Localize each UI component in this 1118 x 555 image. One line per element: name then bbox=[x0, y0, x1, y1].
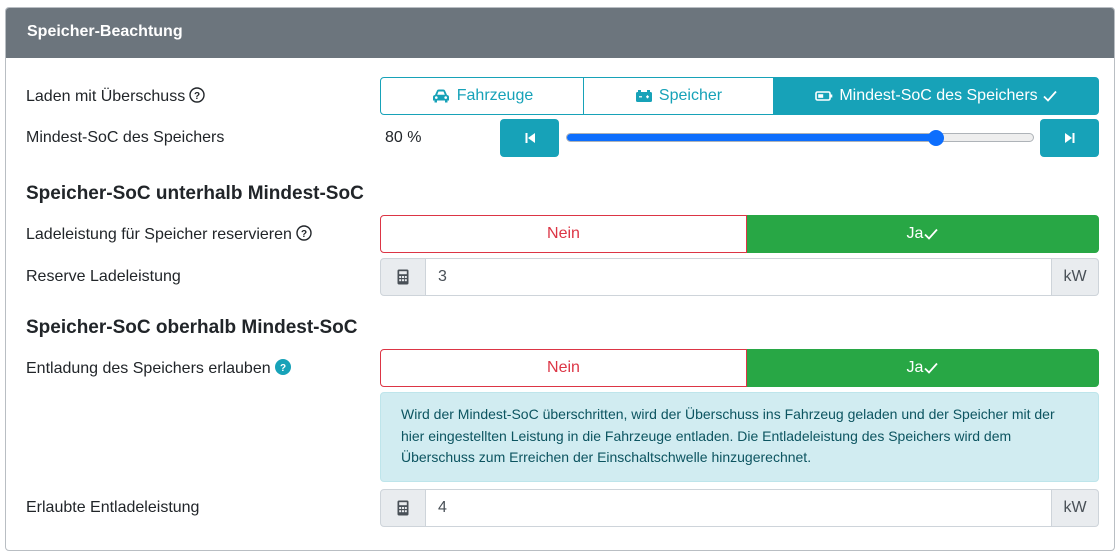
storage-settings-card: Speicher-Beachtung Laden mit Überschuss?… bbox=[5, 7, 1115, 551]
option-storage-label: Speicher bbox=[658, 87, 723, 104]
min-soc-row: Mindest-SoC des Speichers 80 % bbox=[26, 119, 1102, 157]
above-min-soc-heading: Speicher-SoC oberhalb Mindest-SoC bbox=[26, 317, 358, 338]
reserve-row: Ladeleistung für Speicher reservieren? N… bbox=[26, 215, 1102, 253]
surplus-button-group: Fahrzeuge Speicher Mindest-SoC des Speic… bbox=[380, 77, 1099, 115]
min-soc-slider-track[interactable] bbox=[566, 133, 1034, 142]
discharge-info-alert: Wird der Mindest-SoC überschritten, wird… bbox=[380, 392, 1099, 482]
info-line: hier eingestellten Leistung in die Fahrz… bbox=[401, 427, 1012, 444]
reserve-label: Ladeleistung für Speicher reservieren bbox=[26, 226, 292, 243]
slider-increase-button[interactable] bbox=[1040, 119, 1099, 157]
discharge-yes-button[interactable]: Ja bbox=[747, 349, 1099, 387]
reserve-button-group: Nein Ja bbox=[380, 215, 1099, 253]
option-min-soc-button[interactable]: Mindest-SoC des Speichers bbox=[774, 77, 1099, 115]
svg-text:?: ? bbox=[301, 229, 307, 240]
below-min-soc-heading: Speicher-SoC unterhalb Mindest-SoC bbox=[26, 183, 364, 204]
discharge-power-row: Erlaubte Entladeleistung kW bbox=[26, 489, 1102, 527]
reserve-power-input-group: kW bbox=[380, 258, 1099, 296]
discharge-row: Entladung des Speichers erlauben? Nein J… bbox=[26, 349, 1102, 387]
reserve-power-row: Reserve Ladeleistung kW bbox=[26, 258, 1102, 296]
reserve-power-input[interactable] bbox=[426, 258, 1051, 296]
min-soc-slider-fill bbox=[567, 134, 937, 141]
discharge-power-input[interactable] bbox=[426, 489, 1051, 527]
discharge-yes-label: Ja bbox=[906, 359, 924, 376]
surplus-label-wrap: Laden mit Überschuss? bbox=[26, 87, 205, 106]
reserve-power-label: Reserve Ladeleistung bbox=[26, 268, 181, 285]
svg-text:?: ? bbox=[280, 363, 286, 374]
card-header: Speicher-Beachtung bbox=[6, 8, 1114, 58]
car-icon bbox=[431, 88, 451, 104]
skip-backward-icon bbox=[524, 131, 536, 145]
option-min-soc-label: Mindest-SoC des Speichers bbox=[839, 87, 1038, 104]
surplus-row: Laden mit Überschuss? Fahrzeuge Speicher… bbox=[26, 77, 1102, 115]
reserve-no-label: Nein bbox=[547, 225, 580, 242]
min-soc-slider-thumb[interactable] bbox=[927, 129, 944, 146]
calculator-icon bbox=[380, 258, 426, 296]
min-soc-value: 80 % bbox=[385, 129, 422, 146]
option-vehicles-label: Fahrzeuge bbox=[456, 87, 534, 104]
question-circle-icon[interactable]: ? bbox=[296, 225, 312, 241]
slider-decrease-button[interactable] bbox=[500, 119, 559, 157]
reserve-yes-button[interactable]: Ja bbox=[747, 215, 1099, 253]
info-line: Überschuss zum Erreichen der Einschaltsc… bbox=[401, 449, 812, 465]
discharge-no-button[interactable]: Nein bbox=[380, 349, 747, 387]
discharge-power-label: Erlaubte Entladeleistung bbox=[26, 499, 200, 516]
min-soc-label: Mindest-SoC des Speichers bbox=[26, 129, 225, 146]
reserve-no-button[interactable]: Nein bbox=[380, 215, 747, 253]
discharge-no-label: Nein bbox=[547, 359, 580, 376]
discharge-label: Entladung des Speichers erlauben bbox=[26, 360, 271, 377]
option-storage-button[interactable]: Speicher bbox=[584, 77, 774, 115]
check-icon bbox=[1042, 89, 1058, 103]
skip-forward-icon bbox=[1064, 131, 1076, 145]
surplus-label: Laden mit Überschuss bbox=[26, 88, 186, 105]
reserve-power-unit: kW bbox=[1051, 258, 1099, 296]
battery-car-icon bbox=[635, 89, 653, 103]
discharge-button-group: Nein Ja bbox=[380, 349, 1099, 387]
svg-text:?: ? bbox=[194, 91, 200, 102]
reserve-label-wrap: Ladeleistung für Speicher reservieren? bbox=[26, 225, 312, 244]
reserve-yes-label: Ja bbox=[906, 225, 924, 242]
check-icon bbox=[923, 361, 939, 375]
discharge-label-wrap: Entladung des Speichers erlauben? bbox=[26, 359, 291, 378]
check-icon bbox=[923, 227, 939, 241]
info-row: Wird der Mindest-SoC überschritten, wird… bbox=[26, 392, 1102, 482]
question-circle-icon[interactable]: ? bbox=[274, 359, 291, 375]
question-circle-icon[interactable]: ? bbox=[189, 87, 205, 103]
battery-icon bbox=[815, 90, 833, 102]
calculator-icon bbox=[380, 489, 426, 527]
option-vehicles-button[interactable]: Fahrzeuge bbox=[380, 77, 584, 115]
info-line: Wird der Mindest-SoC überschritten, wird… bbox=[401, 406, 1055, 422]
discharge-power-unit: kW bbox=[1051, 489, 1099, 527]
discharge-power-input-group: kW bbox=[380, 489, 1099, 527]
